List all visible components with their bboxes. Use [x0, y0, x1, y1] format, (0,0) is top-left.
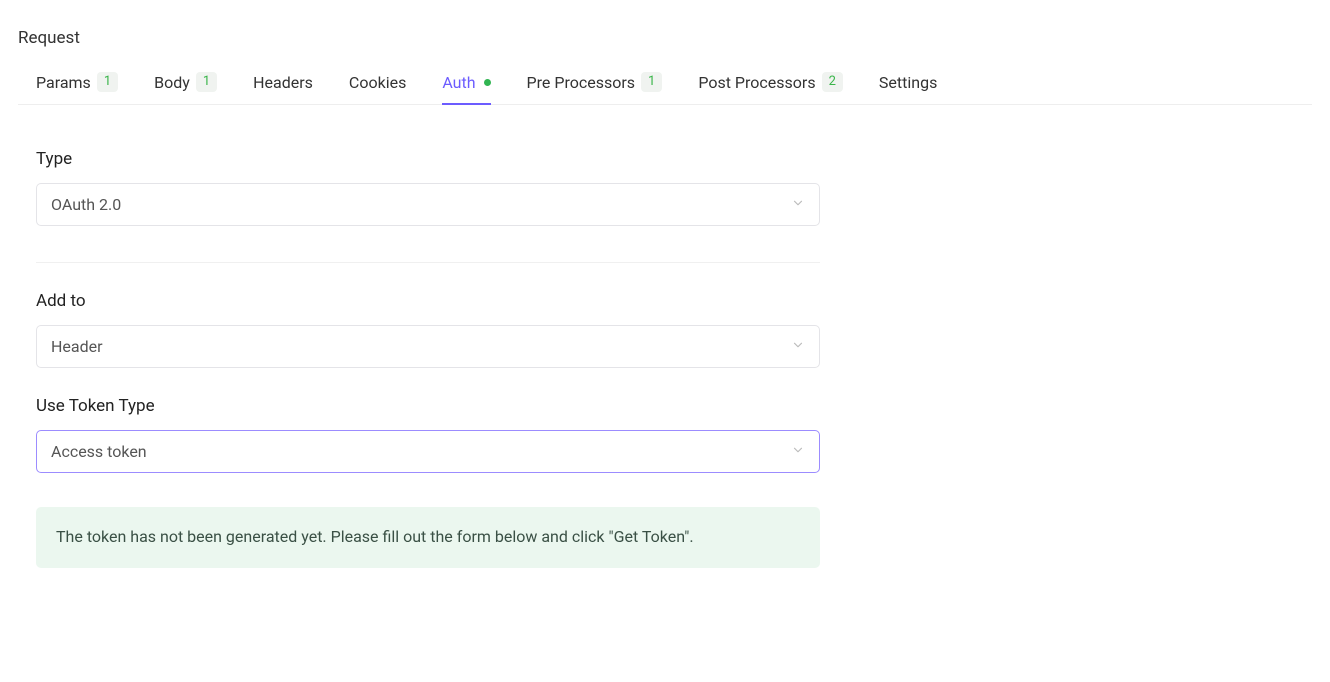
type-value: OAuth 2.0	[51, 195, 121, 214]
tab-post-processors[interactable]: Post Processors 2	[698, 62, 843, 104]
tab-pre-processors[interactable]: Pre Processors 1	[527, 62, 663, 104]
tab-auth[interactable]: Auth	[442, 62, 490, 104]
token-type-value: Access token	[51, 442, 147, 461]
chevron-down-icon	[791, 337, 805, 356]
token-type-label: Use Token Type	[36, 396, 820, 416]
tab-badge: 1	[97, 72, 118, 92]
status-dot-icon	[484, 79, 491, 86]
addto-label: Add to	[36, 291, 820, 311]
token-type-select[interactable]: Access token	[36, 430, 820, 473]
tab-body[interactable]: Body 1	[154, 62, 217, 104]
tabs: Params 1 Body 1 Headers Cookies Auth Pre…	[18, 62, 1312, 105]
tab-params[interactable]: Params 1	[36, 62, 118, 104]
addto-value: Header	[51, 337, 103, 356]
tab-badge: 2	[822, 72, 843, 92]
tab-headers[interactable]: Headers	[253, 62, 313, 104]
addto-select[interactable]: Header	[36, 325, 820, 368]
tab-label: Pre Processors	[527, 73, 635, 92]
section-title: Request	[18, 28, 1312, 48]
tab-badge: 1	[641, 72, 662, 92]
divider	[36, 262, 820, 263]
tab-cookies[interactable]: Cookies	[349, 62, 406, 104]
tab-badge: 1	[196, 72, 217, 92]
tab-label: Settings	[879, 73, 937, 92]
tab-label: Params	[36, 73, 91, 92]
tab-label: Cookies	[349, 73, 406, 92]
chevron-down-icon	[791, 195, 805, 214]
tab-label: Auth	[442, 73, 475, 92]
tab-settings[interactable]: Settings	[879, 62, 937, 104]
type-label: Type	[36, 149, 820, 169]
tab-label: Post Processors	[698, 73, 815, 92]
chevron-down-icon	[791, 442, 805, 461]
info-box: The token has not been generated yet. Pl…	[36, 507, 820, 568]
type-select[interactable]: OAuth 2.0	[36, 183, 820, 226]
tab-label: Headers	[253, 73, 313, 92]
tab-label: Body	[154, 73, 190, 92]
